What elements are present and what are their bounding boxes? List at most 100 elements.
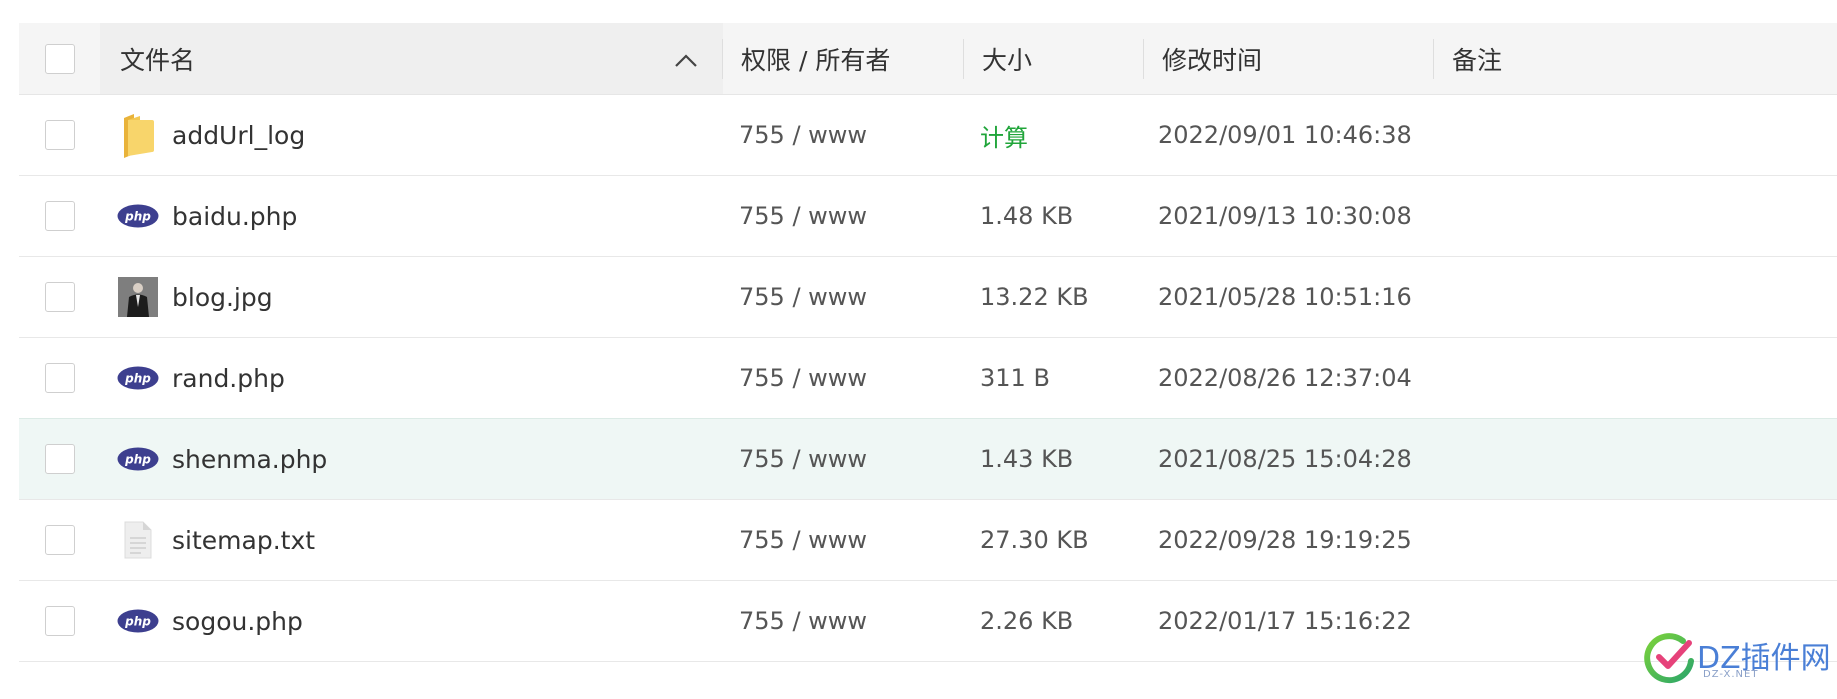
permission-cell: 755 / www <box>723 500 964 580</box>
header-note-label: 备注 <box>1452 45 1503 75</box>
permission-cell: 755 / www <box>723 419 964 499</box>
modified-time-cell: 2021/08/25 15:04:28 <box>1144 419 1434 499</box>
note-cell[interactable] <box>1434 176 1837 256</box>
row-checkbox[interactable] <box>44 201 75 231</box>
row-checkbox[interactable] <box>44 363 75 393</box>
file-name-link[interactable]: shenma.php <box>172 445 327 474</box>
filename-cell: php shenma.php <box>100 419 723 499</box>
svg-text:php: php <box>124 615 151 629</box>
table-row[interactable]: addUrl_log 755 / www 计算 2022/09/01 10:46:38 <box>19 95 1837 176</box>
row-select-cell <box>19 257 100 337</box>
file-name-link[interactable]: sitemap.txt <box>172 526 315 555</box>
note-cell[interactable] <box>1434 338 1837 418</box>
row-select-cell <box>19 176 100 256</box>
table-row[interactable]: php rand.php 755 / www 311 B 2022/08/26 12:3… <box>19 338 1837 419</box>
size-text: 27.30 KB <box>980 526 1089 554</box>
row-select-cell <box>19 581 100 661</box>
select-all-checkbox[interactable] <box>44 43 75 74</box>
size-text: 1.43 KB <box>980 445 1074 473</box>
note-cell[interactable] <box>1434 257 1837 337</box>
table-row[interactable]: php baidu.php 755 / www 1.48 KB 2021/09/13 1… <box>19 176 1837 257</box>
filename-cell: sitemap.txt <box>100 500 723 580</box>
text-file-icon <box>116 518 160 562</box>
permission-cell: 755 / www <box>723 257 964 337</box>
header-note: 备注 <box>1434 23 1837 94</box>
permission-text[interactable]: 755 / www <box>723 283 867 311</box>
permission-text[interactable]: 755 / www <box>723 526 867 554</box>
size-text: 311 B <box>980 364 1050 392</box>
row-checkbox[interactable] <box>44 606 75 636</box>
header-filename[interactable]: 文件名 <box>100 23 723 94</box>
modified-time-text: 2021/09/13 10:30:08 <box>1158 202 1412 230</box>
table-row[interactable]: blog.jpg 755 / www 13.22 KB 2021/05/28 10:5… <box>19 257 1837 338</box>
row-select-cell <box>19 338 100 418</box>
sort-ascending-icon[interactable] <box>673 47 699 73</box>
permission-text[interactable]: 755 / www <box>723 202 867 230</box>
permission-text[interactable]: 755 / www <box>723 121 867 149</box>
modified-time-text: 2022/08/26 12:37:04 <box>1158 364 1412 392</box>
filename-cell: php rand.php <box>100 338 723 418</box>
size-text: 13.22 KB <box>980 283 1089 311</box>
permission-text[interactable]: 755 / www <box>723 607 867 635</box>
permission-cell: 755 / www <box>723 581 964 661</box>
note-cell[interactable] <box>1434 95 1837 175</box>
size-text: 1.48 KB <box>980 202 1074 230</box>
row-select-cell <box>19 500 100 580</box>
modified-time-cell: 2022/09/28 19:19:25 <box>1144 500 1434 580</box>
image-thumbnail-icon <box>116 275 160 319</box>
row-checkbox[interactable] <box>44 120 75 150</box>
file-name-link[interactable]: blog.jpg <box>172 283 273 312</box>
row-select-cell <box>19 419 100 499</box>
size-cell: 1.43 KB <box>964 419 1144 499</box>
row-checkbox[interactable] <box>44 525 75 555</box>
row-select-cell <box>19 95 100 175</box>
php-file-icon: php <box>116 194 160 238</box>
file-name-link[interactable]: sogou.php <box>172 607 303 636</box>
table-row[interactable]: sitemap.txt 755 / www 27.30 KB 2022/09/28 1… <box>19 500 1837 581</box>
permission-cell: 755 / www <box>723 338 964 418</box>
table-header: 文件名 权限 / 所有者 大小 修改时间 备注 <box>19 23 1837 95</box>
header-filename-label: 文件名 <box>120 45 196 75</box>
permission-cell: 755 / www <box>723 95 964 175</box>
svg-text:php: php <box>124 453 151 467</box>
note-cell[interactable] <box>1434 500 1837 580</box>
file-name-link[interactable]: addUrl_log <box>172 121 305 150</box>
header-modified-time[interactable]: 修改时间 <box>1144 23 1434 94</box>
header-size[interactable]: 大小 <box>964 23 1144 94</box>
filename-cell: php baidu.php <box>100 176 723 256</box>
table-row[interactable]: php shenma.php 755 / www 1.43 KB 2021/08/25 … <box>19 418 1837 500</box>
check-logo-icon <box>1644 633 1694 684</box>
table-row[interactable]: php sogou.php 755 / www 2.26 KB 2022/01/17 1… <box>19 581 1837 662</box>
size-cell: 13.22 KB <box>964 257 1144 337</box>
row-checkbox[interactable] <box>44 444 75 474</box>
calculate-size-link[interactable]: 计算 <box>964 118 1028 153</box>
header-size-label: 大小 <box>982 45 1033 75</box>
watermark-subtitle: DZ-X.NET <box>1703 669 1759 680</box>
modified-time-text: 2022/09/01 10:46:38 <box>1158 121 1412 149</box>
file-table: 文件名 权限 / 所有者 大小 修改时间 备注 addUrl_log 755 / … <box>19 23 1837 662</box>
modified-time-cell: 2022/08/26 12:37:04 <box>1144 338 1434 418</box>
file-name-link[interactable]: rand.php <box>172 364 285 393</box>
php-file-icon: php <box>116 356 160 400</box>
permission-text[interactable]: 755 / www <box>723 445 867 473</box>
size-cell: 1.48 KB <box>964 176 1144 256</box>
modified-time-cell: 2022/09/01 10:46:38 <box>1144 95 1434 175</box>
filename-cell: blog.jpg <box>100 257 723 337</box>
permission-text[interactable]: 755 / www <box>723 364 867 392</box>
size-text: 2.26 KB <box>980 607 1074 635</box>
header-select-all-cell <box>19 23 100 94</box>
size-cell: 计算 <box>964 95 1144 175</box>
file-name-link[interactable]: baidu.php <box>172 202 297 231</box>
svg-text:php: php <box>124 210 151 224</box>
modified-time-text: 2021/05/28 10:51:16 <box>1158 283 1412 311</box>
row-checkbox[interactable] <box>44 282 75 312</box>
size-cell: 2.26 KB <box>964 581 1144 661</box>
permission-cell: 755 / www <box>723 176 964 256</box>
header-permission-label: 权限 / 所有者 <box>741 45 891 75</box>
header-time-label: 修改时间 <box>1162 45 1263 75</box>
modified-time-cell: 2022/01/17 15:16:22 <box>1144 581 1434 661</box>
folder-icon <box>116 113 160 158</box>
note-cell[interactable] <box>1434 419 1837 499</box>
modified-time-cell: 2021/09/13 10:30:08 <box>1144 176 1434 256</box>
filename-cell: addUrl_log <box>100 95 723 175</box>
